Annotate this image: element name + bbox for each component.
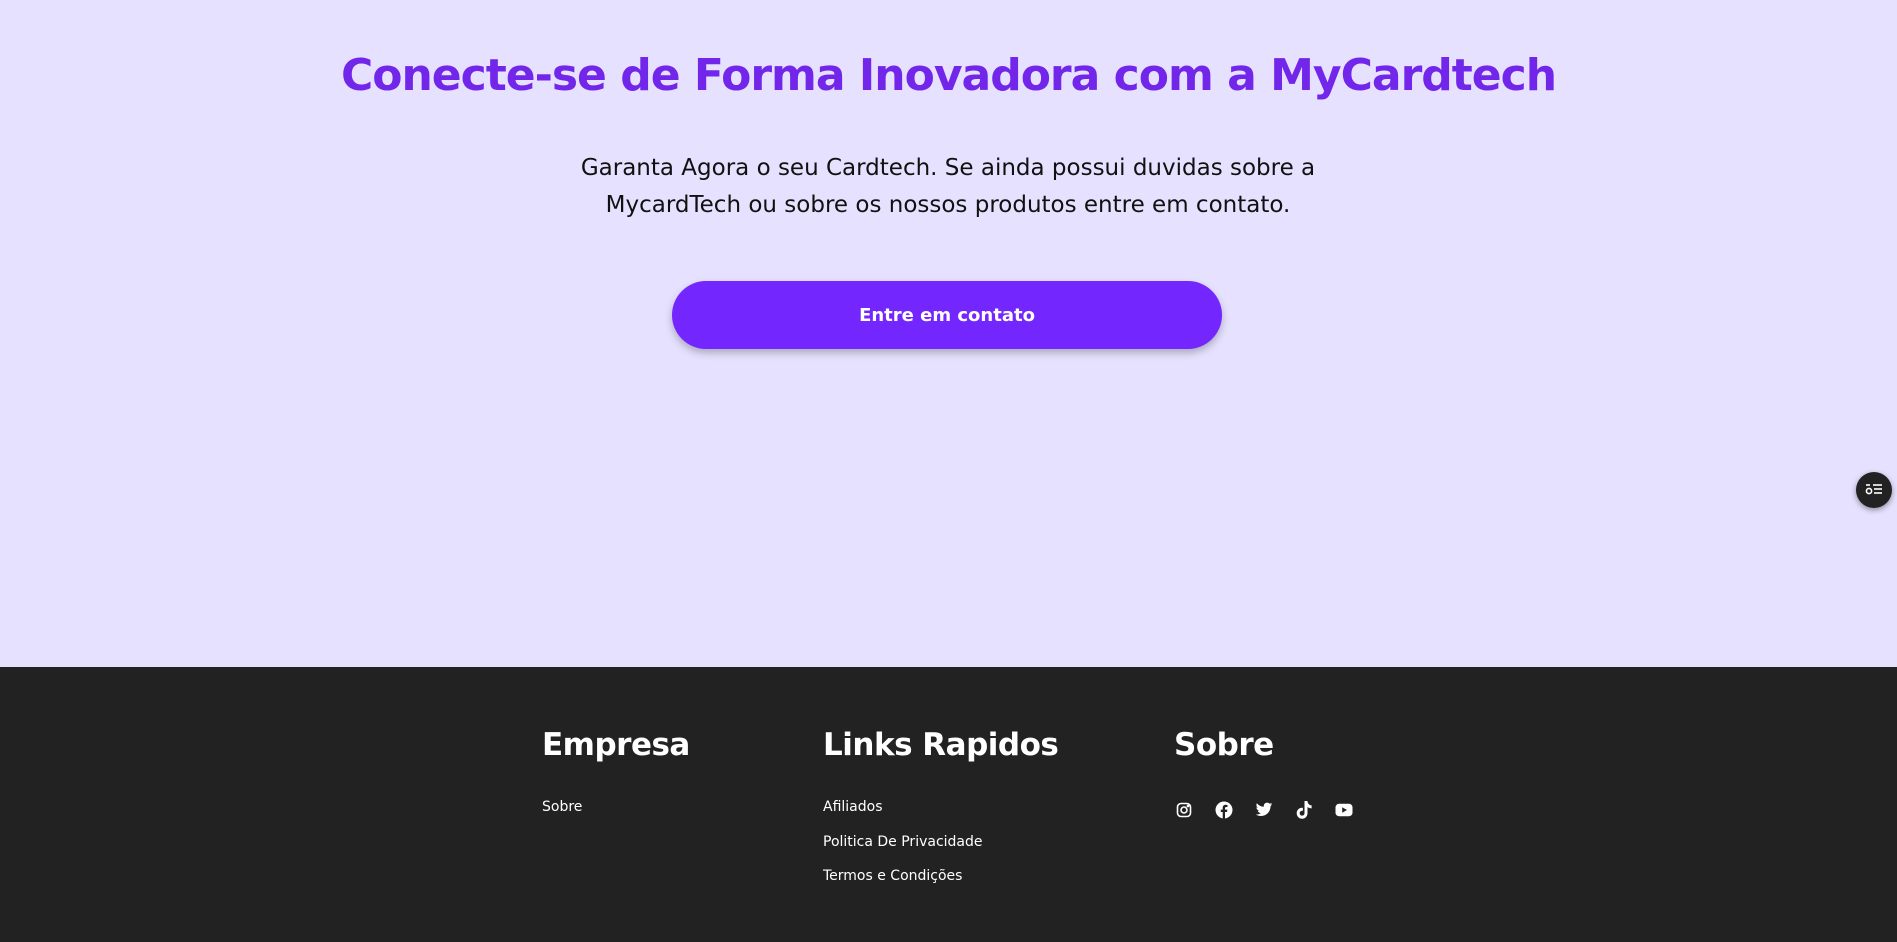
contact-button[interactable]: Entre em contato xyxy=(672,281,1222,349)
footer: Empresa Sobre Links Rapidos Afiliados Po… xyxy=(0,667,1897,942)
hero-section: Conecte-se de Forma Inovadora com a MyCa… xyxy=(0,0,1897,667)
footer-link-privacidade[interactable]: Politica De Privacidade xyxy=(823,832,983,852)
footer-heading-sobre: Sobre xyxy=(1174,727,1274,763)
footer-link-afiliados[interactable]: Afiliados xyxy=(823,797,983,817)
footer-heading-empresa: Empresa xyxy=(542,727,690,763)
footer-heading-links-rapidos: Links Rapidos xyxy=(823,727,1059,763)
list-settings-icon xyxy=(1865,481,1883,500)
social-links xyxy=(1174,800,1374,820)
facebook-icon[interactable] xyxy=(1214,800,1234,820)
youtube-icon[interactable] xyxy=(1334,800,1354,820)
floating-menu-button[interactable] xyxy=(1856,472,1892,508)
hero-description: Garanta Agora o seu Cardtech. Se ainda p… xyxy=(580,155,1316,218)
twitter-icon[interactable] xyxy=(1254,800,1274,820)
footer-column-links-rapidos: Links Rapidos Afiliados Politica De Priv… xyxy=(823,727,1059,884)
footer-links-empresa: Sobre xyxy=(542,797,582,832)
footer-link-sobre[interactable]: Sobre xyxy=(542,797,582,817)
footer-link-termos[interactable]: Termos e Condições xyxy=(823,866,983,886)
footer-column-empresa: Empresa Sobre xyxy=(542,727,690,815)
footer-column-sobre: Sobre xyxy=(1174,727,1353,819)
footer-links-rapidos: Afiliados Politica De Privacidade Termos… xyxy=(823,797,983,901)
tiktok-icon[interactable] xyxy=(1294,800,1314,820)
instagram-icon[interactable] xyxy=(1174,800,1194,820)
page: Conecte-se de Forma Inovadora com a MyCa… xyxy=(0,0,1897,942)
hero-title: Conecte-se de Forma Inovadora com a MyCa… xyxy=(340,50,1557,101)
